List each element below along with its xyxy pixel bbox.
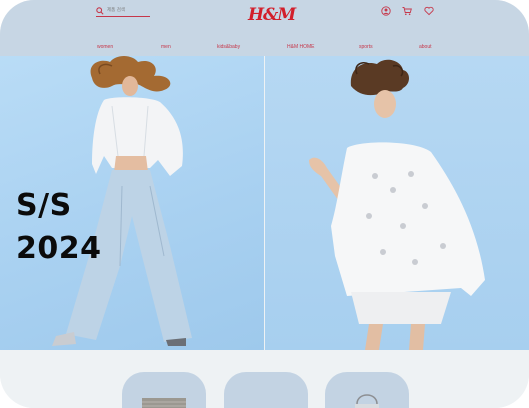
nav-item-kids-baby[interactable]: kids&baby bbox=[217, 42, 240, 52]
heart-icon[interactable] bbox=[424, 6, 434, 16]
search-input[interactable] bbox=[107, 5, 147, 16]
category-card-3[interactable] bbox=[325, 372, 409, 408]
category-card-2[interactable] bbox=[224, 372, 308, 408]
category-row bbox=[0, 350, 529, 408]
app-frame: H&M women men kids&baby H&M HOME sports … bbox=[0, 0, 529, 408]
nav-item-men[interactable]: men bbox=[161, 42, 171, 52]
brand-logo[interactable]: H&M bbox=[248, 3, 296, 27]
nav-item-home[interactable]: H&M HOME bbox=[287, 42, 315, 52]
user-icon[interactable] bbox=[381, 6, 391, 16]
season-headline: S/S 2024 bbox=[16, 184, 116, 270]
top-header: H&M women men kids&baby H&M HOME sports … bbox=[0, 0, 529, 56]
nav-item-women[interactable]: women bbox=[97, 42, 113, 52]
nav-item-sports[interactable]: sports bbox=[359, 42, 373, 52]
hero-image-right[interactable] bbox=[265, 56, 529, 350]
bag-product-thumbnail bbox=[355, 394, 379, 408]
hero-banner[interactable]: S/S 2024 bbox=[0, 56, 529, 350]
hero-image-left[interactable]: S/S 2024 bbox=[0, 56, 264, 350]
search-icon[interactable] bbox=[96, 2, 107, 20]
search-bar[interactable] bbox=[96, 5, 150, 17]
product-thumbnail bbox=[224, 372, 308, 408]
season-line-1: S/S bbox=[16, 188, 72, 223]
model-illustration-right bbox=[309, 59, 485, 350]
knit-product-thumbnail bbox=[142, 398, 186, 408]
season-line-2: 2024 bbox=[16, 231, 102, 266]
category-card-1[interactable] bbox=[122, 372, 206, 408]
cart-icon[interactable] bbox=[402, 6, 412, 16]
nav-item-about[interactable]: about bbox=[419, 42, 432, 52]
main-navigation: women men kids&baby H&M HOME sports abou… bbox=[0, 42, 529, 54]
